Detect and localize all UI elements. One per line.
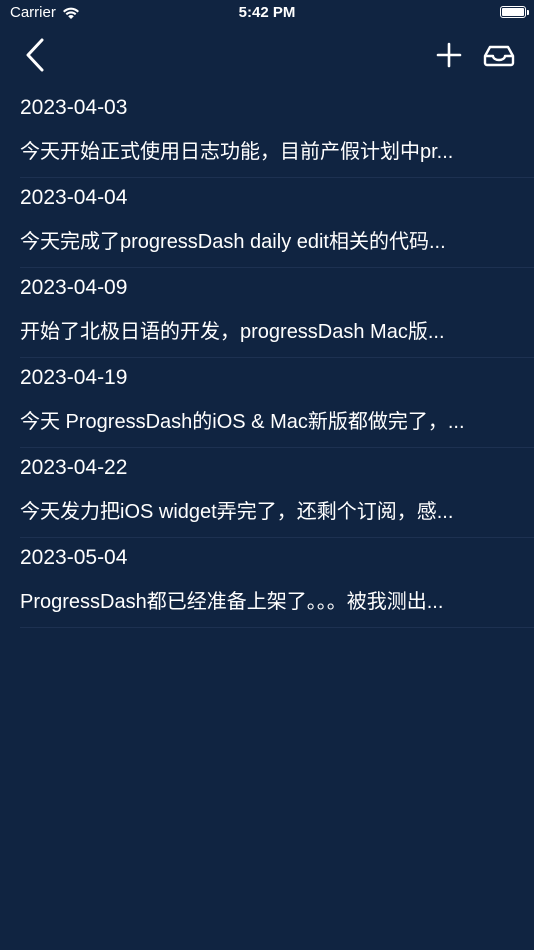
- entry-date: 2023-04-22: [20, 456, 128, 479]
- status-bar: Carrier 5:42 PM: [0, 0, 534, 28]
- journal-entry-row[interactable]: 2023-04-03 今天开始正式使用日志功能，目前产假计划中pr...: [0, 88, 534, 178]
- journal-list: 2023-04-03 今天开始正式使用日志功能，目前产假计划中pr... 202…: [0, 88, 534, 628]
- plus-icon: [436, 42, 462, 68]
- entry-preview: 今天发力把iOS widget弄完了，还剩个订阅，感...: [20, 501, 454, 523]
- journal-entry-row[interactable]: 2023-04-19 今天 ProgressDash的iOS & Mac新版都做…: [0, 358, 534, 448]
- entry-preview: 今天完成了progressDash daily edit相关的代码...: [20, 231, 446, 253]
- add-entry-button[interactable]: [434, 40, 464, 70]
- entry-date: 2023-04-09: [20, 276, 128, 299]
- journal-entry-row[interactable]: 2023-04-04 今天完成了progressDash daily edit相…: [0, 178, 534, 268]
- tray-icon: [483, 45, 515, 67]
- entry-preview: 今天 ProgressDash的iOS & Mac新版都做完了，...: [20, 411, 465, 433]
- entry-date: 2023-04-19: [20, 366, 128, 389]
- journal-entry-row[interactable]: 2023-04-09 开始了北极日语的开发，progressDash Mac版.…: [0, 268, 534, 358]
- entry-date: 2023-04-03: [20, 96, 128, 119]
- entry-preview: ProgressDash都已经准备上架了。。。被我测出...: [20, 591, 444, 613]
- navigation-bar: [0, 30, 534, 80]
- entry-date: 2023-04-04: [20, 186, 128, 209]
- entry-preview: 今天开始正式使用日志功能，目前产假计划中pr...: [20, 141, 454, 163]
- journal-entry-row[interactable]: 2023-04-22 今天发力把iOS widget弄完了，还剩个订阅，感...: [0, 448, 534, 538]
- journal-screen: Carrier 5:42 PM 2023-04-03 今天开始正式使用日志功能，…: [0, 0, 534, 950]
- entry-preview: 开始了北极日语的开发，progressDash Mac版...: [20, 321, 445, 343]
- entry-date: 2023-05-04: [20, 546, 128, 569]
- status-time: 5:42 PM: [238, 4, 296, 21]
- journal-entry-row[interactable]: 2023-05-04 ProgressDash都已经准备上架了。。。被我测出..…: [0, 538, 534, 628]
- battery-icon: [500, 6, 529, 18]
- battery-level: [502, 8, 524, 16]
- back-button[interactable]: [18, 36, 52, 74]
- inbox-button[interactable]: [482, 40, 516, 70]
- chevron-left-icon: [26, 38, 44, 72]
- battery-cap: [527, 10, 529, 15]
